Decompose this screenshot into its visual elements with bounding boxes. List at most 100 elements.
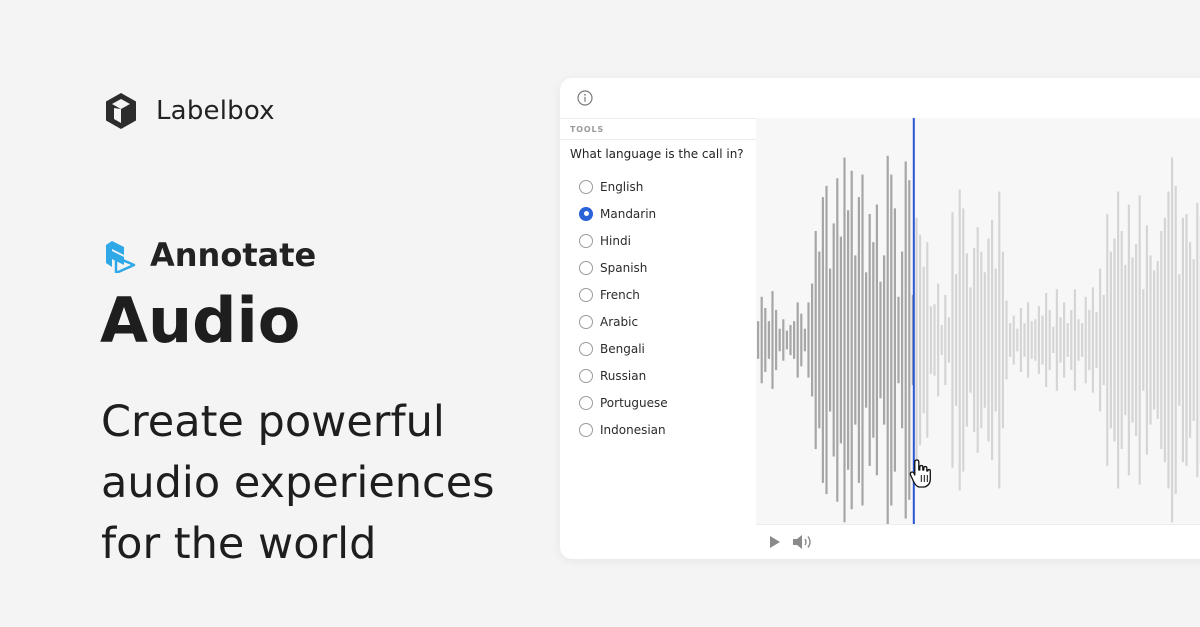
option-label: Arabic [600,314,639,329]
language-option[interactable]: Mandarin [579,200,756,227]
waveform-bar [915,217,918,463]
waveform-bar [1077,319,1080,361]
waveform-bar [1081,323,1084,357]
tools-sidebar: TOOLS What language is the call in? Engl… [560,118,756,559]
waveform-bar [767,321,770,359]
language-option[interactable]: Arabic [579,308,756,335]
radio-unchecked[interactable] [579,341,593,356]
tools-label: TOOLS [560,119,756,140]
waveform-bar [890,174,893,506]
audio-annotation-panel: TOOLS What language is the call in? Engl… [560,78,1200,559]
waveform-bar [807,302,810,378]
waveform[interactable] [756,118,1200,524]
waveform-bar [1023,323,1026,357]
language-option[interactable]: Indonesian [579,416,756,443]
waveform-bar [980,251,983,429]
waveform-bar [789,325,792,356]
tagline: Create powerful audio experiences for th… [101,392,541,575]
waveform-bar [1034,319,1037,361]
brand: Labelbox [104,92,275,130]
language-option[interactable]: Spanish [579,254,756,281]
waveform-bar [1142,289,1145,391]
radio-unchecked[interactable] [579,287,593,302]
waveform-bar [922,266,925,414]
waveform-bar [1185,214,1188,466]
waveform-bar [1091,287,1094,393]
waveform-bar [1005,300,1008,380]
waveform-bar [976,227,979,453]
annotate-icon [106,241,136,273]
waveform-bar [962,208,965,472]
waveform-bar [969,287,972,393]
play-icon[interactable] [769,535,781,549]
waveform-bar [994,268,997,412]
waveform-bar [1037,306,1040,374]
waveform-bar [958,189,961,491]
waveform-bar [951,212,954,468]
waveform-bar [857,197,860,483]
volume-icon[interactable] [792,533,814,551]
waveform-bar [1131,257,1134,423]
waveform-bar [1001,251,1004,429]
labelbox-cube-icon [106,93,136,129]
waveform-bar [1012,315,1015,365]
waveform-bar [1055,289,1058,391]
waveform-bar [1178,274,1181,406]
language-option[interactable]: Portuguese [579,389,756,416]
waveform-bar [757,321,760,359]
tagline-line: audio experiences [101,458,495,508]
waveform-bar [868,214,871,466]
waveform-bar [904,161,907,519]
waveform-bar [1196,202,1199,478]
waveform-bar [926,242,929,438]
language-option[interactable]: French [579,281,756,308]
waveform-bar [897,296,900,384]
info-icon[interactable] [577,90,593,106]
waveform-bar [1163,217,1166,463]
option-label: Bengali [600,341,645,356]
radio-unchecked[interactable] [579,395,593,410]
waveform-bar [1192,259,1195,421]
headline: Audio [100,284,301,357]
waveform-bar [944,294,947,386]
waveform-bar [1156,261,1159,419]
waveform-bar [1181,217,1184,463]
radio-unchecked[interactable] [579,260,593,275]
radio-unchecked[interactable] [579,314,593,329]
waveform-area[interactable] [756,118,1200,524]
option-label: English [600,179,644,194]
waveform-bar [933,304,936,376]
option-label: Hindi [600,233,631,248]
waveform-bar [861,174,864,506]
brand-name: Labelbox [156,96,275,126]
option-label: Russian [600,368,647,383]
radio-unchecked[interactable] [579,179,593,194]
waveform-bar [1149,255,1152,425]
waveform-bar [1102,294,1105,386]
waveform-bar [796,302,799,378]
waveform-bar [940,325,943,356]
waveform-bar [1135,244,1138,436]
waveform-bar [829,268,832,412]
waveform-bar [854,255,857,425]
language-option[interactable]: Russian [579,362,756,389]
waveform-bar [973,247,976,433]
language-option[interactable]: English [579,173,756,200]
waveform-bar [886,155,889,524]
waveform-bar [1106,214,1109,466]
radio-unchecked[interactable] [579,233,593,248]
waveform-bar [778,328,781,352]
radio-checked[interactable] [579,206,593,221]
waveform-bar [1120,231,1123,450]
waveform-bar [836,178,839,502]
waveform-bar [1138,195,1141,485]
language-option[interactable]: Bengali [579,335,756,362]
waveform-bar [1048,309,1051,371]
language-option[interactable]: Hindi [579,227,756,254]
waveform-bar [1113,238,1116,442]
radio-unchecked[interactable] [579,368,593,383]
option-label: Mandarin [600,206,657,221]
radio-unchecked[interactable] [579,422,593,437]
waveform-bar [919,234,922,446]
waveform-bar [814,231,817,450]
